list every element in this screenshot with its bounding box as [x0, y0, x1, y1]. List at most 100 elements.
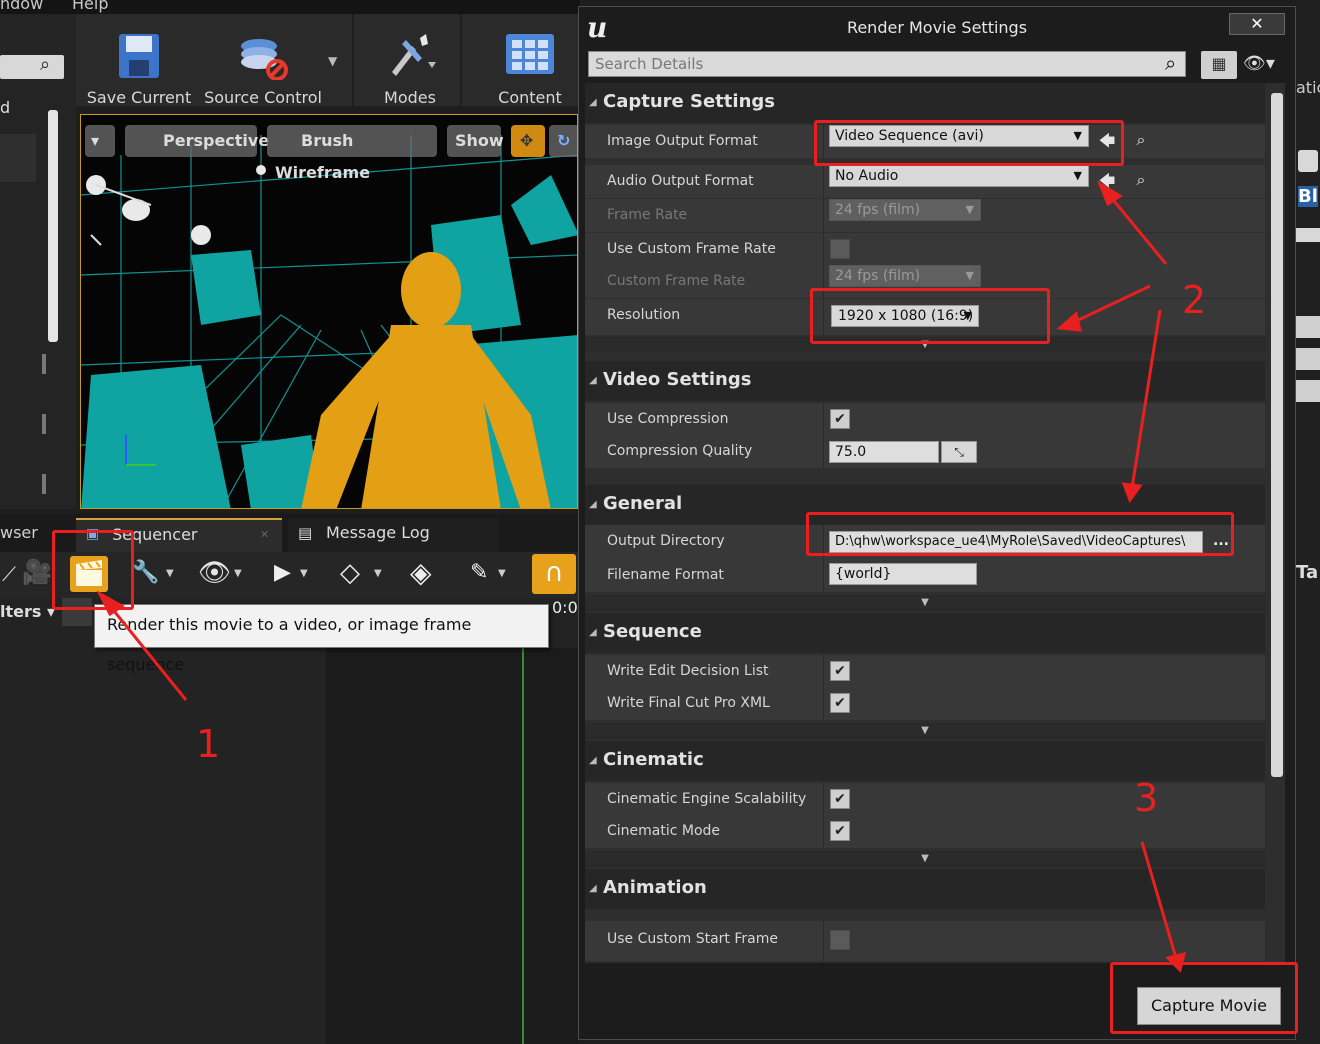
- advanced-expander-icon[interactable]: ▼: [585, 595, 1265, 611]
- show-button[interactable]: Show: [447, 125, 504, 157]
- sequencer-track-area[interactable]: [326, 648, 578, 1044]
- key-diamond-icon[interactable]: ◇: [340, 558, 360, 588]
- content-button[interactable]: Content: [482, 32, 578, 107]
- wrench-icon[interactable]: 🔧: [132, 560, 159, 585]
- save-current-button[interactable]: Save Current: [86, 32, 192, 107]
- panel-row[interactable]: [1296, 348, 1320, 370]
- annotation-box-render-button: [52, 530, 134, 610]
- menu-window[interactable]: ndow: [0, 0, 43, 13]
- advanced-expander-icon[interactable]: ▼: [585, 723, 1265, 739]
- custom-frame-rate-dropdown[interactable]: 24 fps (film) ▼: [829, 265, 981, 287]
- frame-rate-dropdown[interactable]: 24 fps (film) ▼: [829, 199, 981, 221]
- row-frame-rate: Frame Rate 24 fps (film) ▼: [585, 199, 1265, 232]
- use-compression-checkbox[interactable]: ✔: [830, 409, 850, 429]
- camera-icon[interactable]: 🎥: [22, 558, 52, 586]
- tab-message-log[interactable]: ▤ Message Log: [288, 518, 498, 552]
- snap-magnet-icon[interactable]: ∩: [532, 554, 576, 594]
- row-use-custom-frame-rate: Use Custom Frame Rate: [585, 233, 1265, 266]
- tab-content-browser[interactable]: wser: [0, 523, 38, 542]
- view-options-eye-icon[interactable]: 👁▾: [1243, 53, 1285, 79]
- write-edl-checkbox[interactable]: ✔: [830, 661, 850, 681]
- play-icon[interactable]: ▶: [274, 560, 291, 585]
- toolbar-divider: [460, 14, 462, 106]
- panel-scrollbar[interactable]: [48, 110, 58, 342]
- compression-quality-label: Compression Quality: [607, 443, 753, 459]
- write-fcp-xml-checkbox[interactable]: ✔: [830, 693, 850, 713]
- panel-button[interactable]: [1298, 150, 1318, 172]
- menu-bar: ndow Help: [0, 0, 580, 14]
- perspective-button[interactable]: Perspective: [125, 125, 269, 157]
- toolbar-divider: [352, 14, 354, 106]
- property-matrix-icon[interactable]: ▦: [1201, 51, 1237, 79]
- annotation-step-3: 3: [1134, 776, 1159, 820]
- tab-message-log-label: Message Log: [326, 523, 430, 542]
- advanced-expander-icon[interactable]: ▼: [585, 851, 1265, 867]
- chevron-down-icon[interactable]: ▼: [328, 54, 337, 68]
- cinematic-mode-checkbox[interactable]: ✔: [830, 821, 850, 841]
- row-cinematic-engine-scalability: Cinematic Engine Scalability ✔: [585, 783, 1265, 816]
- use-custom-frame-rate-checkbox[interactable]: [830, 239, 850, 259]
- reset-arrow-icon[interactable]: 🡄: [1097, 171, 1117, 191]
- chevron-down-icon[interactable]: ▼: [300, 568, 308, 579]
- chevron-down-icon[interactable]: ▼: [374, 568, 382, 579]
- details-scrollbar[interactable]: [1271, 93, 1283, 777]
- category-capture-settings[interactable]: Capture Settings: [585, 83, 1265, 123]
- tab-close-icon[interactable]: ✕: [260, 528, 269, 541]
- cinematic-engine-scalability-checkbox[interactable]: ✔: [830, 789, 850, 809]
- category-cinematic[interactable]: Cinematic: [585, 741, 1265, 781]
- cinematic-engine-scalability-label: Cinematic Engine Scalability: [607, 791, 807, 807]
- panel-label: Ta: [1296, 562, 1319, 583]
- pencil-icon[interactable]: ✎: [470, 560, 488, 585]
- tree-item[interactable]: [0, 134, 36, 182]
- key-all-icon[interactable]: ◈: [410, 556, 432, 589]
- chevron-down-icon[interactable]: ▼: [166, 568, 174, 579]
- search-icon: ⌕: [1165, 51, 1177, 75]
- spin-arrows-icon[interactable]: ⤡: [941, 441, 977, 463]
- time-readout: 0:0: [552, 598, 578, 617]
- category-sequence[interactable]: Sequence: [585, 613, 1265, 653]
- chevron-down-icon: ▼: [965, 203, 974, 216]
- panel-row[interactable]: [1296, 316, 1320, 338]
- row-filename-format: Filename Format {world}: [585, 559, 1265, 592]
- annotation-step-1: 1: [196, 722, 221, 766]
- row-cinematic-mode: Cinematic Mode ✔: [585, 815, 1265, 848]
- modes-label: Modes: [384, 88, 436, 107]
- rotate-icon[interactable]: ↻: [549, 125, 577, 157]
- main-toolbar: Save Current Source Control ▼ Modes Cont…: [76, 14, 580, 107]
- annotation-box-image-format: [814, 120, 1124, 166]
- filters-dropdown[interactable]: lters ▾: [0, 602, 55, 621]
- close-button[interactable]: ✕: [1229, 13, 1285, 35]
- filename-format-input[interactable]: {world}: [829, 563, 977, 585]
- splitter-marks: [42, 354, 46, 494]
- panel-label: atic: [1296, 78, 1320, 97]
- search-details-input[interactable]: ⌕: [588, 51, 1186, 77]
- viewport-options-button[interactable]: ▾: [85, 125, 115, 157]
- panel-label: Bl: [1298, 186, 1318, 207]
- source-control-button[interactable]: Source Control: [200, 32, 326, 107]
- browse-search-icon[interactable]: ⌕: [1131, 130, 1151, 150]
- chevron-down-icon[interactable]: ▼: [498, 568, 506, 579]
- panel-row[interactable]: [1296, 228, 1320, 242]
- window-title-bar[interactable]: u Render Movie Settings: [579, 7, 1295, 47]
- translate-icon[interactable]: ✥: [511, 125, 545, 157]
- left-search-input[interactable]: ⌕: [0, 54, 64, 79]
- search-details-field[interactable]: [589, 52, 1149, 76]
- resolution-label: Resolution: [607, 307, 681, 323]
- level-viewport[interactable]: ▾ Perspective Brush Wireframe Show ✥ ↻: [80, 114, 578, 509]
- view-mode-button[interactable]: Brush Wireframe: [267, 125, 437, 182]
- compression-quality-input[interactable]: 75.0: [829, 441, 939, 463]
- category-video-settings[interactable]: Video Settings: [585, 361, 1265, 401]
- sequencer-body: lters ▾ 0:0: [0, 598, 578, 1044]
- eye-icon[interactable]: 👁: [198, 558, 231, 588]
- audio-output-format-dropdown[interactable]: No Audio ▼: [829, 165, 1089, 187]
- menu-help[interactable]: Help: [72, 0, 108, 13]
- chevron-down-icon[interactable]: ▼: [234, 568, 242, 579]
- frame-rate-label: Frame Rate: [607, 207, 688, 223]
- panel-row[interactable]: [1296, 380, 1320, 402]
- use-custom-start-frame-checkbox[interactable]: [830, 930, 850, 950]
- browse-search-icon[interactable]: ⌕: [1131, 170, 1151, 190]
- modes-button[interactable]: Modes: [368, 32, 452, 107]
- transport-icon[interactable]: ⟋: [2, 562, 16, 586]
- filename-format-label: Filename Format: [607, 567, 724, 583]
- category-animation[interactable]: Animation: [585, 869, 1265, 909]
